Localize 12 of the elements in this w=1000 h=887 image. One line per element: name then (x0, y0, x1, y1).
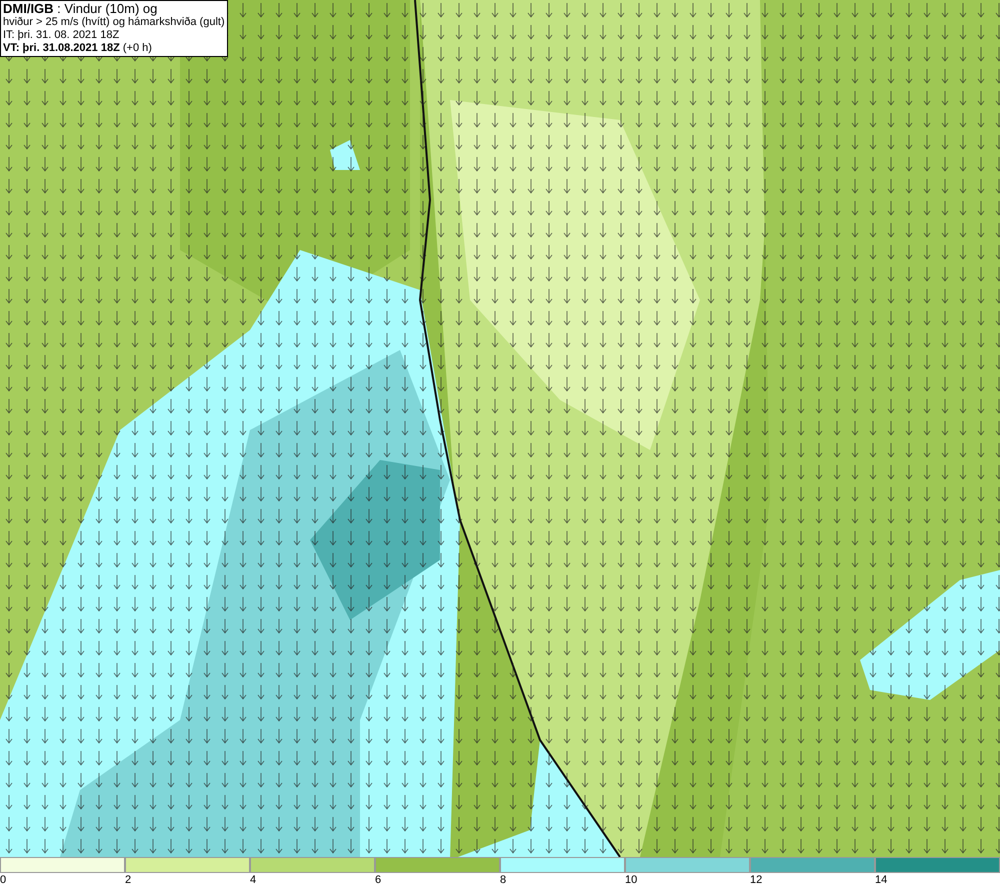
legend-label: 2 (125, 873, 132, 887)
legend-label: 8 (500, 873, 506, 887)
info-text: DMI/IGB : Vindur (10m) og (3, 2, 158, 16)
legend-label: 14 (875, 873, 888, 887)
legend-label: 10 (625, 873, 638, 887)
info-text: hviður > 25 m/s (hvítt) og hámarkshviða (gult) (3, 16, 225, 29)
info-text: VT: þri. 31.08.2021 18Z (+0 h) (3, 42, 153, 55)
legend-label: 6 (375, 873, 382, 887)
legend-label: 4 (250, 873, 256, 887)
info-text: IT: þri. 31. 08. 2021 18Z (3, 29, 120, 42)
legend-label: 12 (750, 873, 762, 887)
legend-label: 0 (0, 873, 6, 887)
